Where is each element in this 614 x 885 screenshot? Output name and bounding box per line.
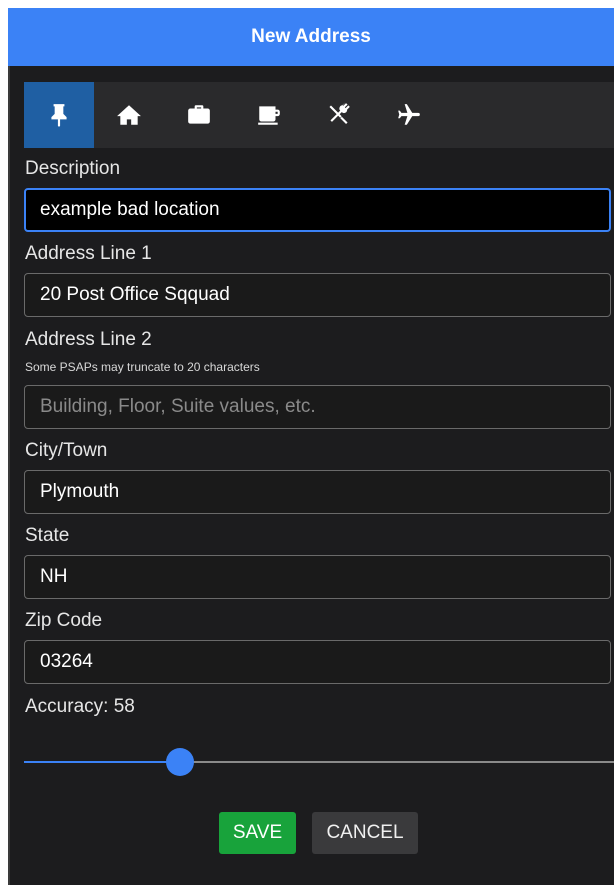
city-input[interactable]: [24, 470, 611, 514]
accuracy-slider[interactable]: [24, 748, 614, 776]
coffee-icon[interactable]: [234, 82, 304, 148]
address-line-1-input[interactable]: [24, 273, 611, 317]
slider-track: [180, 761, 614, 763]
city-label: City/Town: [25, 440, 108, 461]
new-address-dialog: New Address Description Address Line 1 A…: [8, 8, 614, 885]
description-input[interactable]: [24, 188, 611, 232]
address-line-1-label: Address Line 1: [25, 243, 152, 264]
dialog-title: New Address: [251, 26, 371, 47]
address-type-bar: [24, 82, 614, 148]
cancel-button[interactable]: CANCEL: [312, 812, 418, 854]
restaurant-icon[interactable]: [304, 82, 374, 148]
description-label: Description: [25, 158, 121, 179]
home-icon[interactable]: [94, 82, 164, 148]
pin-icon[interactable]: [24, 82, 94, 148]
address-line-2-label: Address Line 2: [25, 329, 152, 350]
state-input[interactable]: [24, 555, 611, 599]
zip-label: Zip Code: [25, 610, 103, 631]
state-label: State: [25, 525, 70, 546]
dialog-header: New Address: [8, 8, 614, 66]
address-line-2-hint: Some PSAPs may truncate to 20 characters: [25, 360, 260, 374]
slider-thumb[interactable]: [166, 748, 194, 776]
save-button[interactable]: SAVE: [219, 812, 296, 854]
zip-input[interactable]: [24, 640, 611, 684]
briefcase-icon[interactable]: [164, 82, 234, 148]
address-line-2-input[interactable]: [24, 385, 611, 429]
slider-track-fill: [24, 761, 180, 763]
accuracy-label: Accuracy: 58: [25, 696, 135, 717]
dialog-edge: [8, 8, 10, 885]
airplane-icon[interactable]: [374, 82, 444, 148]
